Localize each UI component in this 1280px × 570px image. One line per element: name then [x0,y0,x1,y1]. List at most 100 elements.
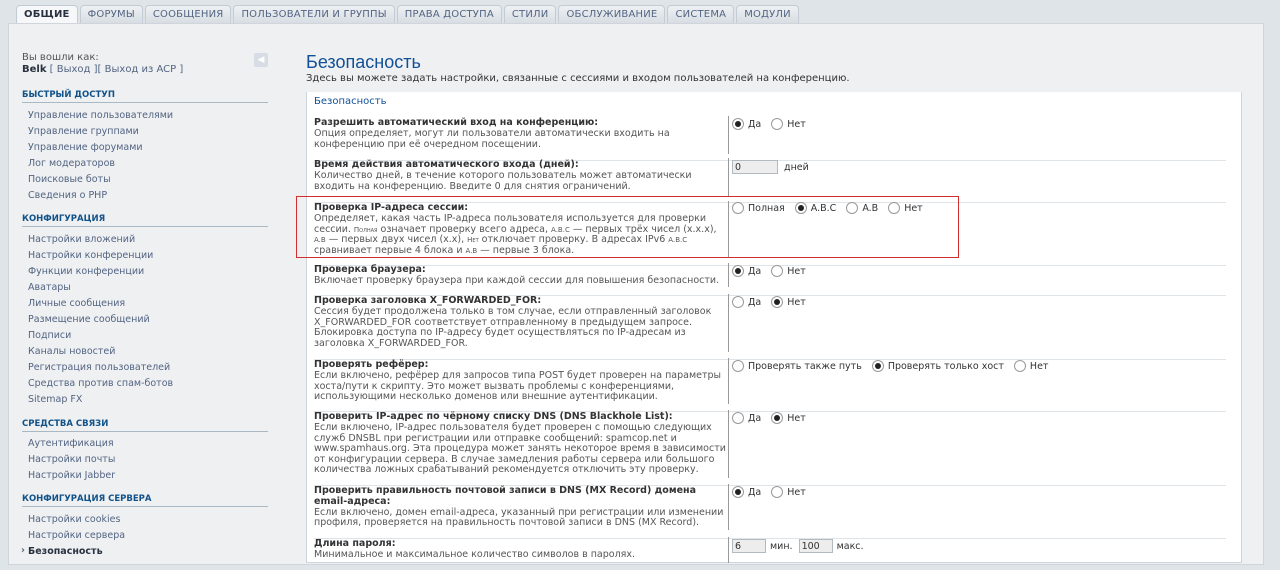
radio-button[interactable] [732,412,744,424]
radio-option[interactable]: Да [732,118,761,130]
radio-button[interactable] [771,118,784,130]
radio-label: Да [748,265,762,277]
sidebar-item[interactable]: Sitemap FX [28,394,82,405]
page-title: Безопасность [306,52,421,72]
radio-button[interactable] [771,296,784,308]
sidebar-section-header: КОНФИГУРАЦИЯ [22,214,268,227]
radio-button[interactable] [771,265,784,277]
tab-1[interactable]: ФОРУМЫ [79,5,143,23]
setting-label: Разрешить автоматический вход на конфере… [314,117,726,150]
sidebar-item[interactable]: Средства против спам-ботов [28,378,173,389]
setting-row: Проверка заголовка X_FORWARDED_FOR: Сесси… [314,294,1226,360]
setting-title: Разрешить автоматический вход на конфере… [314,117,599,128]
setting-row: Проверить правильность почтовой записи в… [314,484,1226,539]
radio-option[interactable]: Нет [771,412,806,424]
setting-title: Проверка браузера: [314,264,426,275]
sidebar-item[interactable]: Поисковые боты [28,174,111,185]
setting-description: Если включено, IP-адрес пользователя буд… [314,422,726,475]
radio-option[interactable]: Да [732,412,761,424]
radio-option[interactable]: Да [732,486,761,498]
radio-button[interactable] [732,360,744,372]
setting-title: Проверять рефёрер: [314,359,429,370]
tab-2[interactable]: СООБЩЕНИЯ [144,5,232,23]
radio-option[interactable]: Проверять только хост [871,360,1004,372]
setting-description: Опция определяет, могут ли пользователи … [314,128,670,150]
radio-button[interactable] [771,486,784,498]
tab-6[interactable]: ОБСЛУЖИВАНИЕ [558,5,666,23]
sidebar-item[interactable]: Настройки почты [28,454,115,465]
radio-label: Да [748,296,762,308]
panel-legend: Безопасность [314,96,387,107]
min-input[interactable]: 6 [732,539,766,553]
radio-option[interactable]: Нет [771,265,806,277]
tab-0[interactable]: ОБЩИЕ [16,5,78,24]
page-description: Здесь вы можете задать настройки, связан… [306,73,850,84]
tab-5[interactable]: СТИЛИ [503,5,557,23]
sidebar-item[interactable]: Подписи [28,330,71,341]
setting-title: Проверка заголовка X_FORWARDED_FOR: [314,295,542,306]
setting-label: Проверить IP-адрес по чёрному списку DNS… [314,411,726,476]
sidebar-item[interactable]: Управление группами [28,126,139,137]
radio-option[interactable]: Проверять также путь [732,360,862,372]
sidebar-item[interactable]: Настройки вложений [28,234,135,245]
logout-link[interactable]: Выход [57,64,91,75]
sidebar-item[interactable]: Размещение сообщений [28,314,150,325]
divider [728,358,729,404]
radio-button[interactable] [732,265,744,277]
sidebar-section-header: КОНФИГУРАЦИЯ СЕРВЕРА [22,494,268,507]
tab-3[interactable]: ПОЛЬЗОВАТЕЛИ И ГРУППЫ [233,5,395,23]
setting-row: Проверить IP-адрес по чёрному списку DNS… [314,410,1226,486]
radio-label: Проверять только хост [887,360,1004,372]
radio-label: Да [748,118,762,130]
min-label: мин. [770,540,793,552]
setting-label: Проверка браузера: Включает проверку брау… [314,264,726,287]
sidebar-item[interactable]: Настройки Jabber [28,470,115,481]
collapse-sidebar-icon[interactable]: ◀ [254,53,268,67]
sidebar-item[interactable]: Аватары [28,282,71,293]
sidebar-section-header: БЫСТРЫЙ ДОСТУП [22,90,268,103]
setting-description: Количество дней, в течение которого поль… [314,170,692,192]
sidebar-item[interactable]: Настройки сервера [28,530,125,541]
sidebar-item[interactable]: Каналы новостей [28,346,115,357]
radio-button[interactable] [1013,360,1026,372]
setting-title: Длина пароля: [314,538,396,549]
sidebar-item[interactable]: Функции конференции [28,266,144,277]
radio-option[interactable]: Нет [771,118,806,130]
setting-description: Если включено, домен email-адреса, указа… [314,506,724,528]
max-input[interactable]: 100 [798,539,833,553]
divider [728,294,729,352]
days-input[interactable]: 0 [732,160,778,174]
sidebar-item[interactable]: Личные сообщения [28,298,125,309]
radio-button[interactable] [732,486,744,498]
radio-button[interactable] [732,296,744,308]
sidebar-item[interactable]: Управление форумами [28,142,143,153]
exit-acp-link[interactable]: Выход из ACP [105,64,177,75]
radio-option[interactable]: Нет [771,486,806,498]
radio-option[interactable]: Да [732,296,761,308]
radio-label: Нет [787,412,806,424]
sidebar-item[interactable]: Настройки конференции [28,250,153,261]
radio-button[interactable] [732,118,744,130]
tab-7[interactable]: СИСТЕМА [667,5,735,23]
radio-button[interactable] [771,412,784,424]
sidebar-item[interactable]: Настройки cookies [28,514,120,525]
setting-row: Разрешить автоматический вход на конфере… [314,116,1226,161]
setting-control: 0 дней [732,160,809,174]
max-label: макс. [836,540,864,552]
setting-control: Да Нет [732,296,816,308]
radio-label: Нет [787,118,806,130]
login-label: Вы вошли как: [22,52,99,63]
radio-option[interactable]: Нет [1013,360,1048,372]
sidebar-item[interactable]: Управление пользователями [28,110,173,121]
sidebar-item[interactable]: Регистрация пользователей [28,362,170,373]
sidebar-item[interactable]: Безопасность [21,545,103,557]
sidebar-item[interactable]: Аутентификация [28,438,114,449]
radio-button[interactable] [871,360,884,372]
radio-option[interactable]: Да [732,265,761,277]
sidebar-item[interactable]: Сведения о PHP [28,190,107,201]
tab-8[interactable]: МОДУЛИ [736,5,799,23]
radio-label: Да [748,412,762,424]
sidebar-item[interactable]: Лог модераторов [28,158,115,169]
tab-4[interactable]: ПРАВА ДОСТУПА [396,5,502,23]
radio-option[interactable]: Нет [771,296,806,308]
